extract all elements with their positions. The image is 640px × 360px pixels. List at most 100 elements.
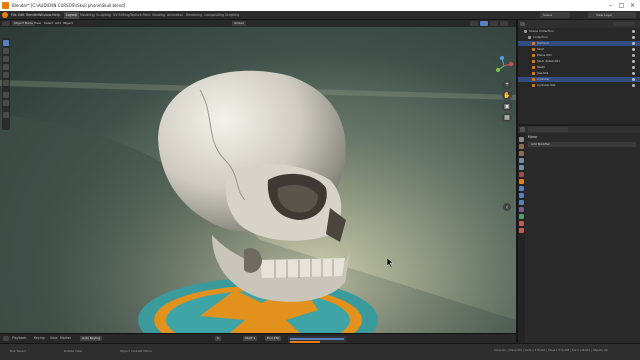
shading-rendered-icon[interactable]: [490, 21, 498, 26]
view-layer-name: View Layer: [596, 13, 613, 17]
close-icon[interactable]: ×: [628, 2, 637, 9]
cursor-tool-icon[interactable]: [3, 48, 9, 54]
outliner-row[interactable]: Skull: [518, 47, 640, 52]
visibility-eye-icon[interactable]: [632, 84, 635, 87]
current-frame-field[interactable]: 1: [215, 336, 221, 341]
scene-name: Scene: [543, 13, 553, 17]
outliner-row[interactable]: Cylinder: [518, 77, 640, 82]
rotate-tool-icon[interactable]: [3, 64, 9, 70]
shading-material-icon[interactable]: [480, 21, 488, 26]
menu-object[interactable]: Object: [61, 21, 75, 26]
texture-tab-icon[interactable]: [519, 228, 524, 233]
select-tool-icon[interactable]: [3, 40, 9, 46]
menu-render[interactable]: Render: [26, 13, 38, 17]
outliner-row[interactable]: Cylinder.001: [518, 83, 640, 88]
outliner-row[interactable]: Collection: [518, 35, 640, 40]
end-frame-field[interactable]: End 250: [265, 336, 282, 341]
zoom-icon[interactable]: +: [502, 80, 512, 89]
view-layer-selector[interactable]: View Layer: [588, 12, 636, 18]
outliner-search-input[interactable]: [613, 22, 635, 26]
constraints-tab-icon[interactable]: [519, 207, 524, 212]
properties-search-input[interactable]: [528, 127, 568, 132]
annotate-tool-icon[interactable]: [3, 92, 9, 98]
world-tab-icon[interactable]: [519, 172, 524, 177]
measure-tool-icon[interactable]: [3, 100, 9, 106]
start-frame-field[interactable]: Start 1: [243, 336, 258, 341]
outliner-row-label: Camera: [537, 41, 549, 45]
scene-tab-icon[interactable]: [519, 165, 524, 170]
tab-animation[interactable]: Animation: [165, 12, 185, 19]
visibility-eye-icon[interactable]: [632, 54, 635, 57]
outliner-row[interactable]: Teeth: [518, 65, 640, 70]
tab-layout[interactable]: Layout: [64, 12, 79, 19]
output-tab-icon[interactable]: [519, 151, 524, 156]
tool-tab-icon[interactable]: [519, 137, 524, 142]
outliner-editor-icon[interactable]: [520, 22, 525, 26]
visibility-eye-icon[interactable]: [632, 66, 635, 69]
timeline-marker-menu[interactable]: Marker: [60, 336, 71, 340]
timeline-view-menu[interactable]: View: [50, 336, 58, 340]
material-tab-icon[interactable]: [519, 221, 524, 226]
menu-file[interactable]: File: [11, 13, 17, 17]
move-tool-icon[interactable]: [3, 56, 9, 62]
maximize-icon[interactable]: □: [617, 2, 626, 9]
visibility-eye-icon[interactable]: [632, 42, 635, 45]
scene-selector[interactable]: Scene: [540, 12, 570, 18]
transform-tool-icon[interactable]: [3, 80, 9, 86]
object-tab-icon[interactable]: [519, 179, 524, 184]
data-tab-icon[interactable]: [519, 214, 524, 219]
tool-shelf: [2, 38, 10, 130]
transform-orientation[interactable]: Global: [232, 21, 246, 26]
auto-keying-toggle[interactable]: Auto Keying: [80, 336, 102, 341]
object-type-icon: [532, 84, 535, 87]
visibility-eye-icon[interactable]: [632, 36, 635, 39]
visibility-eye-icon[interactable]: [632, 30, 635, 33]
add-cube-tool-icon[interactable]: [3, 112, 9, 118]
navigation-gizmo-icon[interactable]: [494, 56, 514, 76]
add-modifier-button[interactable]: Add Modifier: [528, 142, 636, 147]
visibility-eye-icon[interactable]: [632, 60, 635, 63]
shading-solid-icon[interactable]: [470, 21, 478, 26]
outliner-row-label: Collection: [533, 35, 548, 39]
render-tab-icon[interactable]: [519, 144, 524, 149]
viewport-render: [0, 20, 516, 333]
timeline-keying-menu[interactable]: Keying: [34, 336, 45, 340]
camera-view-icon[interactable]: ▣: [502, 102, 512, 111]
pan-hand-icon[interactable]: ✋: [502, 91, 512, 100]
object-type-icon: [532, 60, 535, 63]
outliner-row[interactable]: Skull detail.001: [518, 59, 640, 64]
outliner-tree: Scene Collection Collection Camera Skull Pla…: [518, 29, 640, 119]
outliner-header: [518, 20, 640, 28]
menu-help[interactable]: Help: [52, 13, 60, 17]
view-layer-tab-icon[interactable]: [519, 158, 524, 163]
shading-options-icon[interactable]: [500, 21, 508, 26]
menu-edit[interactable]: Edit: [18, 13, 25, 17]
blender-menu-icon[interactable]: [2, 12, 8, 18]
3d-viewport[interactable]: Object Mode View Select Add Object Globa…: [0, 20, 516, 333]
outliner-row[interactable]: Jaw.001: [518, 71, 640, 76]
physics-tab-icon[interactable]: [519, 200, 524, 205]
visibility-eye-icon[interactable]: [632, 72, 635, 75]
scale-tool-icon[interactable]: [3, 72, 9, 78]
tab-scripting[interactable]: Scripting: [223, 12, 241, 19]
visibility-eye-icon[interactable]: [632, 78, 635, 81]
timeline-playback-menu[interactable]: Playback: [12, 336, 26, 340]
properties-editor-icon[interactable]: [520, 127, 525, 132]
editor-type-icon[interactable]: [2, 21, 10, 26]
sidebar-toggle-icon[interactable]: ‹: [503, 203, 511, 211]
outliner-row[interactable]: Camera: [518, 41, 640, 46]
tab-texture-paint[interactable]: Texture Paint: [128, 12, 153, 19]
outliner-panel: Scene Collection Collection Camera Skull Pla…: [516, 20, 640, 124]
outliner-row[interactable]: Plane.001: [518, 53, 640, 58]
viewport-header: Object Mode View Select Add Object Globa…: [0, 20, 516, 27]
visibility-eye-icon[interactable]: [632, 48, 635, 51]
grid-view-icon[interactable]: ▦: [502, 113, 512, 122]
minimize-icon[interactable]: –: [606, 2, 615, 9]
timeline-editor-icon[interactable]: [3, 336, 9, 341]
particles-tab-icon[interactable]: [519, 193, 524, 198]
modifier-tab-icon[interactable]: [519, 186, 524, 191]
object-type-icon: [532, 54, 535, 57]
blender-logo-icon: [2, 2, 9, 9]
outliner-row[interactable]: Scene Collection: [518, 29, 640, 34]
menu-window[interactable]: Window: [38, 13, 51, 17]
